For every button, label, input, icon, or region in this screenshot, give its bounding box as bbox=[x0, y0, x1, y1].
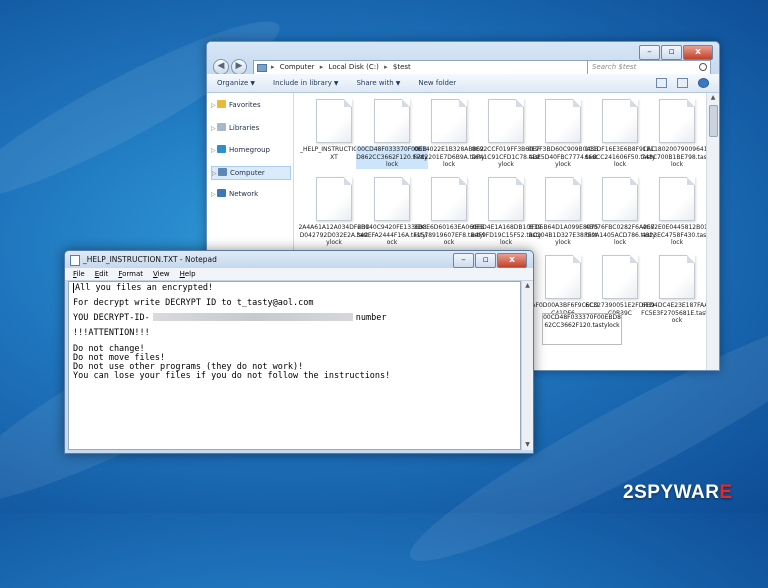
menu-edit[interactable]: Edit bbox=[95, 268, 109, 280]
scroll-thumb[interactable] bbox=[709, 105, 718, 137]
share-with-button[interactable]: Share with ▼ bbox=[356, 74, 400, 92]
nav-computer[interactable]: ▷ Computer bbox=[211, 166, 291, 180]
minimize-button[interactable]: – bbox=[453, 253, 474, 268]
notepad-window-controls: – ▫ x bbox=[453, 253, 527, 268]
file-icon bbox=[431, 177, 467, 221]
file-icon bbox=[316, 177, 352, 221]
breadcrumb-computer[interactable]: Computer bbox=[280, 63, 315, 71]
menu-format[interactable]: Format bbox=[118, 268, 143, 280]
breadcrumb-local-disk[interactable]: Local Disk (C:) bbox=[329, 63, 379, 71]
ransom-line: All you files an encrypted! bbox=[73, 283, 214, 293]
file-icon bbox=[659, 99, 695, 143]
network-icon bbox=[217, 189, 226, 197]
minimize-button[interactable]: – bbox=[639, 45, 660, 60]
help-icon[interactable] bbox=[698, 78, 709, 88]
notepad-icon bbox=[70, 255, 80, 266]
nav-homegroup[interactable]: ▷ Homegroup bbox=[211, 144, 289, 156]
include-in-library-button[interactable]: Include in library ▼ bbox=[273, 74, 338, 92]
search-icon bbox=[699, 63, 707, 71]
notepad-title: _HELP_INSTRUCTION.TXT - Notepad bbox=[83, 255, 217, 264]
computer-icon bbox=[257, 64, 267, 72]
forward-button[interactable]: ▶ bbox=[231, 59, 247, 75]
file-item[interactable]: 4C82E0E0445812B01E4923EC4758F430.tastylo… bbox=[641, 177, 713, 247]
breadcrumb-test[interactable]: $test bbox=[393, 63, 411, 71]
command-bar: Organize ▼ Include in library ▼ Share with… bbox=[207, 74, 719, 93]
file-icon bbox=[545, 177, 581, 221]
notepad-scrollbar[interactable]: ▲ ▼ bbox=[521, 281, 533, 450]
star-icon bbox=[217, 100, 226, 108]
file-icon bbox=[488, 99, 524, 143]
menu-view[interactable]: View bbox=[153, 268, 170, 280]
close-button[interactable]: x bbox=[497, 253, 527, 268]
text-file-icon bbox=[316, 99, 352, 143]
close-button[interactable]: x bbox=[683, 45, 713, 60]
library-icon bbox=[217, 123, 226, 131]
file-icon bbox=[602, 255, 638, 299]
scroll-up-icon[interactable]: ▲ bbox=[522, 281, 533, 291]
new-folder-button[interactable]: New folder bbox=[418, 74, 456, 92]
notepad-menubar: File Edit Format View Help bbox=[65, 268, 533, 281]
maximize-button[interactable]: ▫ bbox=[475, 253, 496, 268]
ransom-line: You can lose your files if you do not fo… bbox=[73, 371, 391, 381]
file-icon bbox=[431, 99, 467, 143]
file-icon bbox=[374, 99, 410, 143]
file-item[interactable]: 1E1180200790096418748C700B1BE798.tastylo… bbox=[641, 99, 713, 169]
explorer-window-controls: – ▫ x bbox=[639, 45, 713, 60]
file-icon bbox=[602, 177, 638, 221]
maximize-button[interactable]: ▫ bbox=[661, 45, 682, 60]
menu-file[interactable]: File bbox=[73, 268, 85, 280]
nav-network[interactable]: ▷ Network bbox=[211, 188, 289, 200]
ransom-line: !!!ATTENTION!!! bbox=[73, 328, 150, 338]
vertical-scrollbar[interactable]: ▲ bbox=[706, 93, 719, 370]
file-icon bbox=[374, 177, 410, 221]
file-icon bbox=[545, 255, 581, 299]
file-icon bbox=[602, 99, 638, 143]
computer-icon bbox=[218, 168, 227, 176]
spyware-watermark: 2SPYWARE bbox=[623, 482, 733, 503]
menu-help[interactable]: Help bbox=[180, 268, 196, 280]
organize-button[interactable]: Organize ▼ bbox=[217, 74, 255, 92]
scroll-up-icon[interactable]: ▲ bbox=[707, 93, 719, 103]
view-options-icon[interactable] bbox=[656, 78, 667, 88]
drag-file-label: 00CD48F033370F00EBD862CC3662F120.tastylo… bbox=[542, 313, 622, 345]
address-bar[interactable]: ▸ Computer ▸ Local Disk (C:) ▸ $test bbox=[253, 60, 595, 75]
notepad-titlebar: _HELP_INSTRUCTION.TXT - Notepad – ▫ x bbox=[65, 251, 533, 268]
file-icon bbox=[659, 177, 695, 221]
search-input[interactable]: Search $test bbox=[587, 60, 711, 75]
back-button[interactable]: ◀ bbox=[213, 59, 229, 75]
homegroup-icon bbox=[217, 145, 226, 153]
scroll-down-icon[interactable]: ▼ bbox=[522, 440, 533, 450]
notepad-text-area[interactable]: All you files an encrypted! For decrypt … bbox=[68, 281, 521, 450]
preview-pane-icon[interactable] bbox=[677, 78, 688, 88]
nav-libraries[interactable]: ▷ Libraries bbox=[211, 122, 289, 134]
file-icon bbox=[488, 177, 524, 221]
notepad-window: _HELP_INSTRUCTION.TXT - Notepad – ▫ x Fi… bbox=[64, 250, 534, 454]
ransom-line-id: YOU DECRYPT-ID-number bbox=[73, 313, 387, 323]
explorer-titlebar: – ▫ x ◀ ▶ ▸ Computer ▸ Local Disk (C:) ▸… bbox=[207, 42, 719, 75]
file-icon bbox=[545, 99, 581, 143]
file-icon bbox=[659, 255, 695, 299]
search-placeholder: Search $test bbox=[592, 63, 637, 71]
ransom-line: For decrypt write DECRYPT ID to t_tasty@… bbox=[73, 298, 314, 308]
redacted-id bbox=[152, 313, 353, 321]
file-item[interactable]: 6ED4DC4E23E187FAA5FC5E3F2705681E.tastylo… bbox=[641, 255, 713, 325]
nav-favorites[interactable]: ▷ Favorites bbox=[211, 99, 289, 111]
